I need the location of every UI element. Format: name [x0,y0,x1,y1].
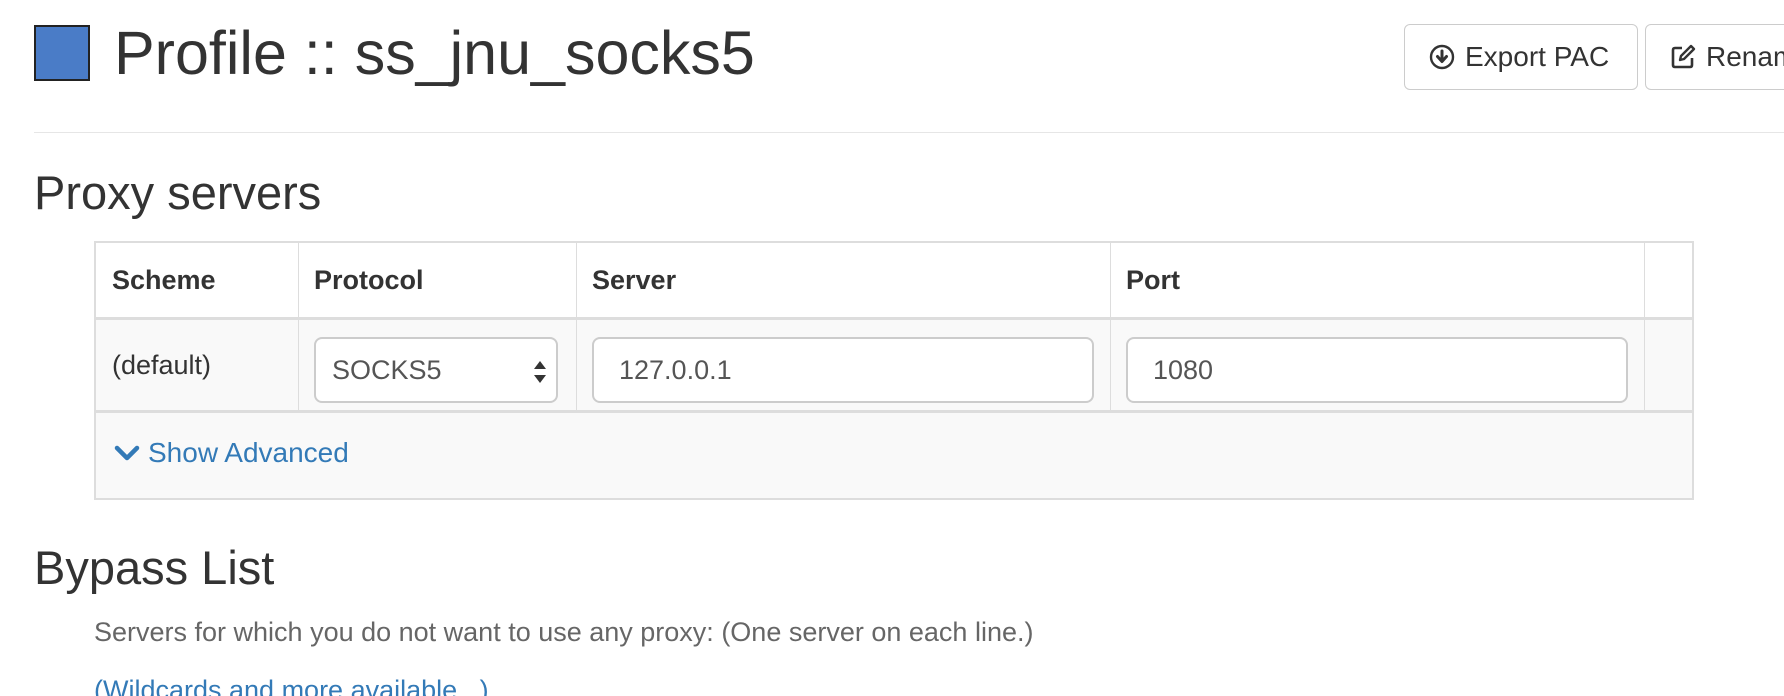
select-arrows-icon [532,357,548,394]
port-input-value: 1080 [1153,354,1214,385]
port-input[interactable]: 1080 [1126,337,1628,403]
show-advanced-link[interactable]: Show Advanced [114,437,349,469]
bypass-description: Servers for which you do not want to use… [94,617,1034,647]
page-title: Profile :: ss_jnu_socks5 [114,19,755,87]
edit-icon [1670,44,1696,70]
column-divider [1110,243,1111,410]
chevron-down-icon [114,443,140,463]
export-pac-button[interactable]: Export PAC [1404,24,1638,90]
server-input-value: 127.0.0.1 [619,354,732,385]
profile-color-swatch[interactable] [34,25,90,81]
show-advanced-row: Show Advanced [96,413,1692,498]
scheme-cell: (default) [112,349,212,380]
table-header-row: Scheme Protocol Server Port [96,243,1692,320]
profile-page: Profile :: ss_jnu_socks5 Export PAC Rena… [0,0,1784,696]
server-input[interactable]: 127.0.0.1 [592,337,1094,403]
protocol-selected-value: SOCKS5 [332,354,442,385]
table-row: (default) SOCKS5 127.0.0.1 1080 [96,320,1692,413]
wildcards-link[interactable]: (Wildcards and more available...) [94,675,489,696]
bypass-list-heading: Bypass List [34,541,275,594]
column-header-port: Port [1126,264,1180,295]
proxy-servers-heading: Proxy servers [34,166,322,219]
export-pac-label: Export PAC [1465,41,1610,72]
rename-label: Renam [1706,41,1784,72]
column-header-scheme: Scheme [112,264,216,295]
proxy-servers-table: Scheme Protocol Server Port (default) SO… [94,241,1694,500]
column-divider [1644,243,1645,410]
rename-button[interactable]: Renam [1645,24,1784,90]
page-header: Profile :: ss_jnu_socks5 Export PAC Rena… [34,19,1784,94]
protocol-select[interactable]: SOCKS5 [314,337,558,403]
show-advanced-label: Show Advanced [148,437,349,468]
header-divider [34,132,1784,133]
column-divider [576,243,577,410]
column-header-protocol: Protocol [314,264,424,295]
download-circle-icon [1429,44,1455,70]
column-divider [298,243,299,410]
column-header-server: Server [592,264,677,295]
